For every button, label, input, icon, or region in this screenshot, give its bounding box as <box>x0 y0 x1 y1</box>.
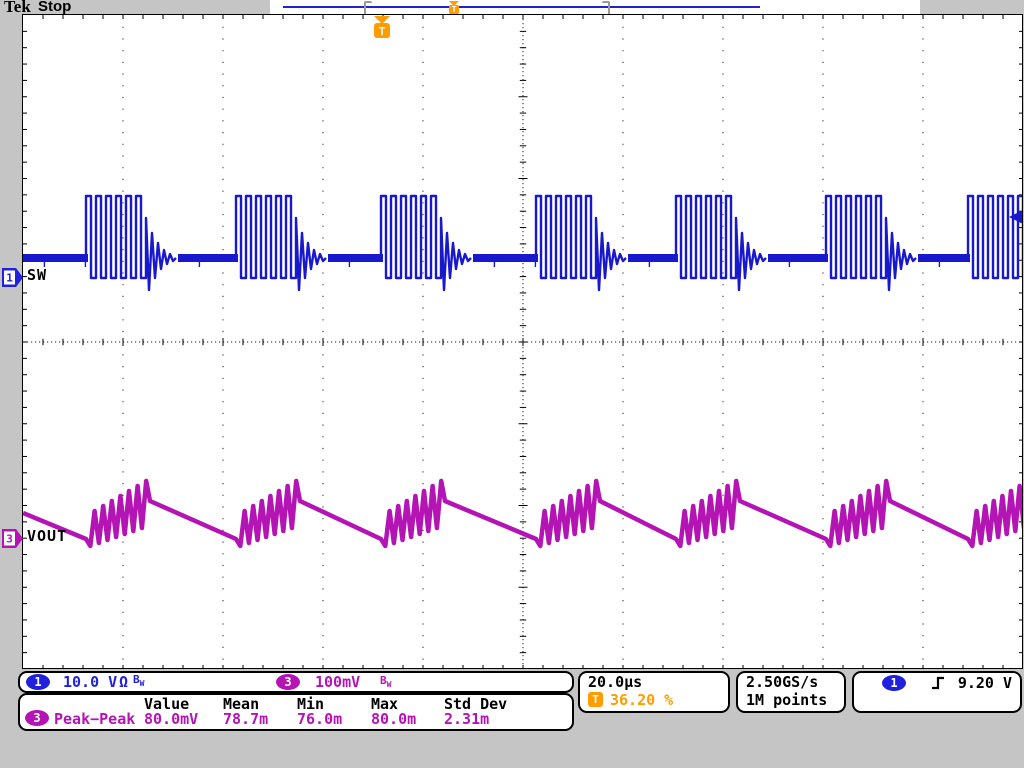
meas-mean: 78.7m <box>223 710 268 728</box>
trigger-level: 9.20 V <box>958 674 1012 692</box>
trigger-source-badge: 1 <box>882 675 906 691</box>
ch3-bandwidth-icon: BW <box>380 674 391 689</box>
trigger-position-marker-small[interactable]: T <box>447 0 461 14</box>
meas-stddev: 2.31m <box>444 710 489 728</box>
svg-text:1: 1 <box>6 272 13 285</box>
horizontal-readout[interactable]: 20.0µs T 36.20 % <box>578 671 730 713</box>
ch1-coupling-icon: Ω <box>119 673 128 691</box>
ch1-bandwidth-icon: BW <box>133 673 144 688</box>
ch3-position-marker[interactable]: 3 <box>2 529 24 548</box>
graticule-right-border <box>1022 14 1023 669</box>
meas-name: Peak−Peak <box>54 710 135 728</box>
svg-text:T: T <box>379 25 386 38</box>
sample-rate: 2.50GS/s <box>746 673 818 691</box>
ch1-waveform-label: SW <box>27 266 47 284</box>
graticule-bottom-border <box>22 668 1023 669</box>
timebase-scale: 20.0µs <box>588 673 642 691</box>
rising-edge-icon <box>930 675 946 691</box>
meas-channel-badge: 3 <box>25 710 49 726</box>
ch1-position-marker[interactable]: 1 <box>2 268 24 287</box>
meas-min: 76.0m <box>297 710 342 728</box>
acquisition-state: Stop <box>38 0 71 15</box>
ch3-scale: 100mV <box>315 673 360 691</box>
svg-text:T: T <box>452 5 457 14</box>
acquisition-readout[interactable]: 2.50GS/s 1M points <box>736 671 846 713</box>
trigger-position-flag[interactable]: T <box>372 16 392 39</box>
meas-max: 80.0m <box>371 710 416 728</box>
graticule-display: T 1 SW 3 VOUT <box>22 14 1023 669</box>
channel-scale-readout[interactable]: 1 10.0 V Ω BW 3 100mV BW <box>18 671 574 693</box>
ch1-scale: 10.0 V <box>63 673 117 691</box>
measurement-panel[interactable]: Value Mean Min Max Std Dev 3 Peak−Peak 8… <box>18 693 574 731</box>
record-length: 1M points <box>746 691 827 709</box>
trigger-t-icon: T <box>588 692 603 707</box>
top-status-bar: Tek Stop T <box>0 0 1024 14</box>
trigger-readout[interactable]: 1 9.20 V <box>852 671 1022 713</box>
trigger-position-percent: 36.20 % <box>610 691 673 709</box>
record-length-line <box>283 6 760 8</box>
svg-text:3: 3 <box>6 533 13 546</box>
ch3-badge: 3 <box>276 674 300 690</box>
record-view-bar[interactable]: T <box>270 0 920 14</box>
waveform-display <box>23 15 1023 669</box>
ch3-waveform-label: VOUT <box>27 527 67 545</box>
ch1-badge: 1 <box>26 674 50 690</box>
meas-value: 80.0mV <box>144 710 198 728</box>
